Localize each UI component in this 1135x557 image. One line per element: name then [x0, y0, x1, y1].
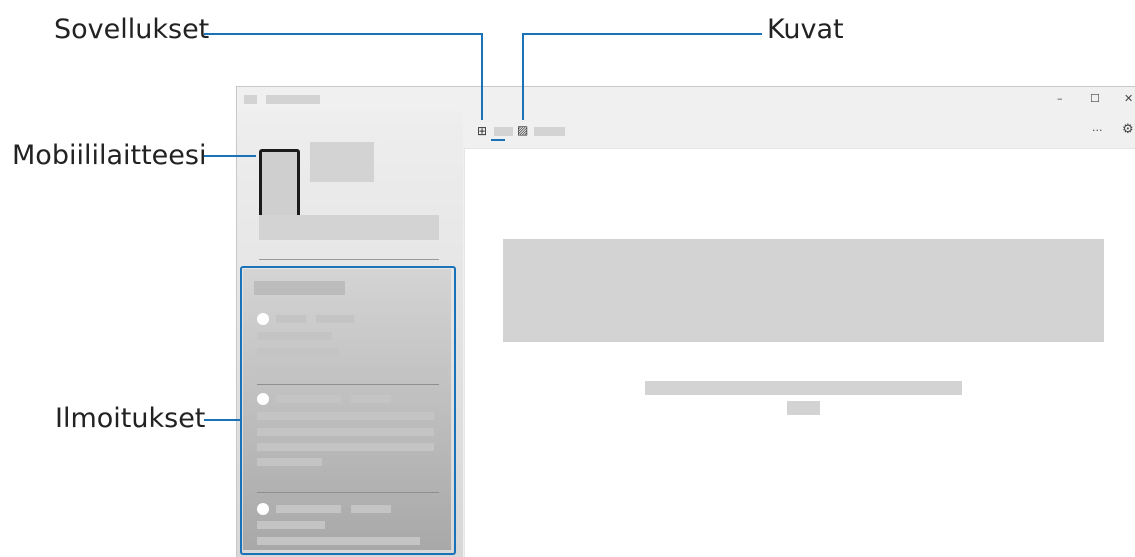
- device-status-placeholder: [259, 215, 439, 240]
- tab-apps-label[interactable]: [494, 127, 513, 136]
- callout-line-device: [204, 155, 256, 157]
- callout-line-apps: [481, 33, 483, 120]
- content-button-placeholder[interactable]: [787, 401, 820, 415]
- callout-line-photos: [522, 33, 524, 120]
- tab-apps-active-indicator: [491, 139, 505, 141]
- mobile-device-icon[interactable]: [259, 149, 300, 225]
- device-name-placeholder: [310, 142, 374, 182]
- maximize-button[interactable]: ☐: [1090, 93, 1100, 104]
- main-content: [464, 148, 1135, 557]
- close-button[interactable]: ✕: [1124, 93, 1133, 104]
- app-title-placeholder: [266, 95, 320, 104]
- callout-label-photos: Kuvat: [767, 14, 844, 45]
- callout-label-device: Mobiililaitteesi: [12, 140, 207, 171]
- apps-grid-icon[interactable]: ⊞: [477, 125, 487, 137]
- callout-line-apps: [204, 33, 482, 35]
- settings-icon[interactable]: ⚙: [1122, 123, 1134, 136]
- content-text-placeholder: [645, 381, 962, 395]
- app-logo-placeholder: [244, 95, 257, 104]
- callout-label-apps: Sovellukset: [54, 14, 210, 45]
- callout-line-notifications: [204, 419, 242, 421]
- photos-icon[interactable]: ▨: [517, 124, 528, 136]
- minimize-button[interactable]: –: [1057, 93, 1063, 104]
- more-options-icon[interactable]: ···: [1092, 125, 1103, 136]
- tab-photos-label[interactable]: [534, 127, 565, 136]
- content-banner-placeholder: [503, 239, 1104, 342]
- callout-label-notifications: Ilmoitukset: [55, 403, 206, 434]
- notifications-highlight-frame: [240, 266, 456, 555]
- callout-line-photos: [522, 33, 762, 35]
- sidebar-divider: [259, 259, 439, 260]
